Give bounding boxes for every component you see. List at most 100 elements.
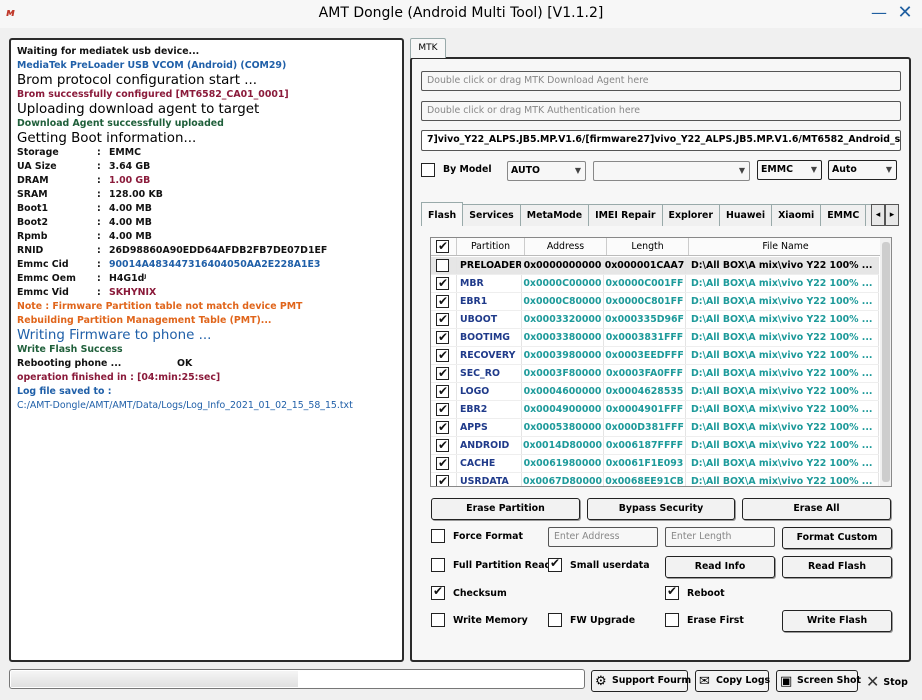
info-value: 3.64 GB [109,161,151,172]
cell-file: D:\All BOX\A mix\vivo Y22 100% ... [686,293,879,310]
erase-first-checkbox[interactable] [665,613,679,627]
table-row[interactable]: SEC_RO0x0003F800000x0003FA0FFFD:\All BOX… [431,365,879,383]
row-checkbox[interactable] [436,437,449,454]
close-button[interactable]: ✕ [894,3,916,23]
fw-upgrade-checkbox[interactable] [548,613,562,627]
info-key: RNID [17,245,44,256]
row-checkbox[interactable] [436,293,449,310]
select-all-checkbox[interactable] [436,238,449,255]
cell-address: 0x0004600000 [522,383,604,400]
address-input[interactable]: Enter Address [548,527,658,547]
column-partition[interactable]: Partition [457,238,525,255]
by-model-checkbox[interactable] [421,163,435,177]
table-row[interactable]: MBR0x0000C000000x0000C001FFD:\All BOX\A … [431,275,879,293]
erase-partition-button[interactable]: Erase Partition [431,498,580,520]
stop-button[interactable]: ✕ Stop [866,672,908,691]
read-info-button[interactable]: Read Info [665,556,775,578]
info-key: DRAM [17,175,49,186]
row-checkbox[interactable] [436,347,449,364]
checksum-checkbox[interactable] [431,584,445,600]
write-flash-button[interactable]: Write Flash [782,610,892,632]
length-input[interactable]: Enter Length [665,527,775,547]
reboot-checkbox[interactable] [665,584,679,600]
model-select[interactable]: AUTO ▼ [507,161,586,181]
bypass-security-button[interactable]: Bypass Security [587,498,735,520]
table-row[interactable]: CACHE0x00619800000x0061F1E093D:\All BOX\… [431,455,879,473]
row-checkbox[interactable] [436,473,449,486]
minimize-button[interactable]: — [868,3,890,23]
tab-xiaomi[interactable]: Xiaomi [771,204,822,226]
tab-next-button[interactable]: ▸ [885,204,899,226]
row-checkbox[interactable] [436,275,449,292]
tab-emmc[interactable]: EMMC [820,204,867,226]
screen-shot-button[interactable]: ▣ Screen Shot [776,670,861,692]
scatter-file-field[interactable]: 7]vivo_Y22_ALPS.JB5.MP.V1.6/[firmware27]… [421,130,901,151]
table-row[interactable]: APPS0x00053800000x000D381FFFD:\All BOX\A… [431,419,879,437]
log-tail-lines: Note : Firmware Partition table not matc… [17,300,396,357]
write-memory-checkbox[interactable] [431,613,445,627]
row-checkbox[interactable] [436,419,449,436]
scrollbar-thumb[interactable] [882,242,890,482]
table-row[interactable]: PRELOADER 0x0000000000 0x000001CAA7 D:\All … [431,257,879,275]
tab-explorer[interactable]: Explorer [661,204,720,226]
model-select-secondary[interactable]: ▼ [593,161,750,181]
cell-length: 0x0003831FFF [604,329,686,346]
row-checkbox[interactable] [436,455,449,472]
table-row[interactable]: EBR20x00049000000x0004901FFFD:\All BOX\A… [431,401,879,419]
support-forum-button[interactable]: ⚙ Support Fourm [591,670,691,692]
tab-imei-repair[interactable]: IMEI Repair [588,204,663,226]
log-path-link[interactable]: C:/AMT-Dongle/AMT/AMT/Data/Logs/Log_Info… [17,399,396,413]
column-file-name[interactable]: File Name [689,238,883,255]
tail-line: Rebuilding Partition Management Table (P… [17,315,272,326]
title-bar: ᴍ AMT Dongle (Android Multi Tool) [V1.1.… [0,0,922,28]
table-row[interactable]: RECOVERY0x00039800000x0003EEDFFFD:\All B… [431,347,879,365]
info-separator: : [97,203,101,214]
column-length[interactable]: Length [607,238,689,255]
mode-select[interactable]: Auto ▼ [828,160,897,180]
cell-file: D:\All BOX\A mix\vivo Y22 100% ... [686,329,879,346]
info-separator: : [97,189,101,200]
log-panel[interactable]: Waiting for mediatek usb device... MediaT… [9,38,404,662]
row-checkbox[interactable] [436,259,449,272]
row-checkbox[interactable] [436,329,449,346]
row-checkbox[interactable] [436,365,449,382]
tab-flash[interactable]: Flash [421,202,464,226]
full-partition-read-checkbox[interactable] [431,558,445,572]
cell-length: 0x0061F1E093 [604,455,686,472]
table-row[interactable]: EBR10x0000C800000x0000C801FFD:\All BOX\A… [431,293,879,311]
row-checkbox[interactable] [436,401,449,418]
row-checkbox-cell [431,473,457,486]
tab-metamode[interactable]: MetaMode [519,204,590,226]
tab-services[interactable]: Services [462,204,521,226]
format-custom-button[interactable]: Format Custom [782,527,892,549]
table-row[interactable]: BOOTIMG0x00033800000x0003831FFFD:\All BO… [431,329,879,347]
column-address[interactable]: Address [525,238,607,255]
erase-all-button[interactable]: Erase All [742,498,891,520]
support-icon: ⚙ [595,674,607,689]
read-flash-button[interactable]: Read Flash [782,556,892,578]
device-info-list: Storage: EMMC UA Size:3.64 GB DRAM:1.00 GB S… [17,146,396,300]
authentication-field[interactable]: Double click or drag MTK Authentication … [421,101,901,121]
download-agent-field[interactable]: Double click or drag MTK Download Agent … [421,71,901,91]
tab-mtk[interactable]: MTK [410,38,446,58]
cell-file: D:\All BOX\A mix\vivo Y22 100% ... [686,401,879,418]
small-userdata-checkbox[interactable] [548,556,562,572]
cell-address: 0x0061980000 [522,455,604,472]
row-checkbox-cell [431,257,457,274]
chevron-down-icon: ▼ [810,165,817,174]
tab-huawei[interactable]: Huawei [718,204,773,226]
table-row[interactable]: LOGO0x00046000000x0004628535D:\All BOX\A… [431,383,879,401]
info-key: Rpmb [17,231,48,242]
table-scrollbar[interactable] [880,238,891,486]
row-checkbox[interactable] [436,311,449,328]
row-checkbox[interactable] [436,383,449,400]
tab-prev-button[interactable]: ◂ [871,204,885,226]
cell-address: 0x0004900000 [522,401,604,418]
table-row[interactable]: USRDATA0x0067D800000x0068EE91CBD:\All BO… [431,473,879,486]
table-row[interactable]: ANDROID0x0014D800000x006187FFFFD:\All BO… [431,437,879,455]
copy-logs-button[interactable]: ✉ Copy Logs [695,670,770,692]
info-key: Storage [17,147,59,158]
table-row[interactable]: UBOOT0x00033200000x000335D96FD:\All BOX\… [431,311,879,329]
storage-select[interactable]: EMMC ▼ [757,160,822,180]
force-format-checkbox[interactable] [431,529,445,543]
